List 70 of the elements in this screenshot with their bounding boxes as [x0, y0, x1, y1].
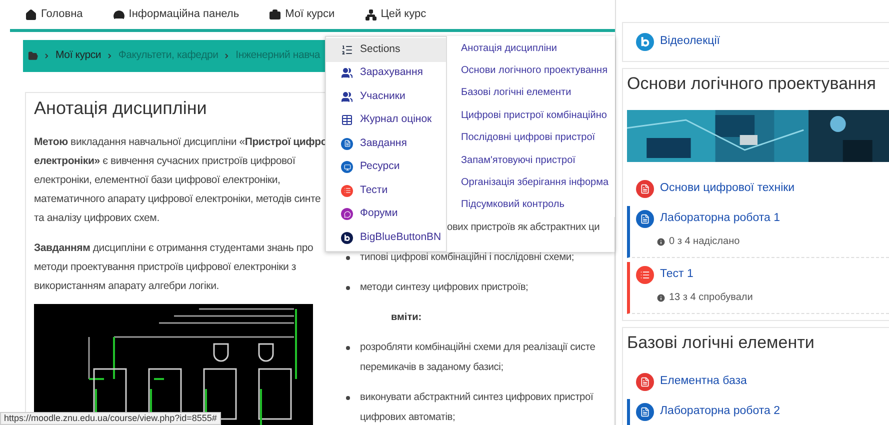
- section-link[interactable]: Основи логічного проектування: [461, 59, 615, 82]
- paragraph-line: математичного апарату цифрової електроніки, методів синте: [34, 192, 322, 207]
- chat-icon: [341, 208, 353, 220]
- nav-link[interactable]: Цей курс: [364, 6, 426, 23]
- section-title: Основи логічного проектування: [627, 73, 878, 95]
- users-icon: [341, 67, 353, 80]
- pdf-icon: [636, 373, 654, 391]
- document-icon: [636, 403, 654, 421]
- text-line: типові цифрові комбінаційні і послідовні схеми;: [360, 251, 574, 265]
- bullet-icon: [346, 256, 350, 260]
- section-link[interactable]: Анотація дисципліни: [461, 37, 615, 60]
- activity-link[interactable]: Основи цифрової техніки: [660, 180, 795, 198]
- paragraph-line: Завданням дисципліни є отримання студентами знань про: [34, 241, 314, 256]
- b-circle-icon: [341, 232, 353, 244]
- list-icon: [636, 266, 654, 284]
- document-icon: [636, 210, 654, 228]
- section-title: Базові логічні елементи: [627, 332, 816, 354]
- completion-info: 0 з 4 надіслано: [669, 235, 740, 249]
- chevron-icon: [223, 51, 231, 61]
- text-line: цифрових автоматів;: [360, 411, 456, 425]
- nav-link[interactable]: Мої курси: [269, 6, 335, 23]
- section-link[interactable]: Підсумковий контроль: [461, 194, 615, 216]
- breadcrumb-link[interactable]: Мої курси: [56, 48, 102, 64]
- text-line: виконувати абстрактний синтез цифрових пристрої: [360, 391, 594, 405]
- table-icon: [341, 114, 353, 126]
- info-icon: [656, 292, 666, 302]
- paragraph-line: електроніки» є вивчення сучасних пристроїв цифрової: [34, 154, 296, 169]
- subheading: вміти:: [390, 311, 423, 325]
- nav-link[interactable]: Головна: [25, 6, 83, 23]
- document-icon: [341, 138, 353, 150]
- text-line: методи синтезу цифрових пристроїв;: [360, 281, 528, 295]
- paragraph-line: використанням апарату алгебри логіки.: [34, 279, 220, 294]
- sitemap-icon: [364, 8, 377, 20]
- section-link[interactable]: Запам'ятовуючі пристрої: [461, 148, 615, 172]
- monitor-icon: [341, 161, 353, 174]
- info-icon: [656, 236, 666, 246]
- briefcase-icon: [269, 8, 282, 20]
- list-icon: [341, 44, 353, 56]
- activity-link[interactable]: Тест 1: [660, 266, 694, 284]
- activity-link[interactable]: Лабораторна робота 2: [660, 403, 780, 421]
- status-url: https://moodle.znu.edu.ua/course/view.php?id=8555#: [0, 412, 221, 425]
- bullet-icon: [346, 286, 350, 290]
- gauge-icon: [112, 8, 125, 20]
- text-line: перемикачів в заданому базисі;: [360, 361, 504, 375]
- section-link[interactable]: Цифрові пристрої комбінаційно: [461, 104, 615, 127]
- section-link[interactable]: Організація зберігання інформа: [461, 171, 615, 194]
- nav-link[interactable]: Інформаційна панель: [112, 6, 240, 23]
- bullet-icon: [346, 396, 350, 400]
- activity-link[interactable]: Відеолекції: [660, 33, 720, 51]
- paragraph-line: електроніки, елементної бази цифрової електроніки,: [34, 173, 282, 188]
- paragraph-line: та аналізу цифрових схем.: [34, 211, 160, 226]
- menu-item[interactable]: Sections: [326, 38, 446, 62]
- list-icon: [341, 184, 353, 197]
- text-line: розробляти комбінаційні схеми для реалізації систе: [360, 341, 596, 355]
- section-title: Анотація дисципліни: [34, 97, 208, 120]
- bullet-icon: [346, 346, 350, 350]
- users-icon: [341, 90, 353, 103]
- home-icon: [25, 8, 37, 20]
- pdf-icon: [636, 180, 654, 198]
- chevron-icon: [43, 51, 51, 61]
- completion-info: 13 з 4 спробували: [669, 291, 753, 305]
- section-link[interactable]: Базові логічні елементи: [461, 82, 615, 104]
- paragraph-line: методи проектування пристроїв цифрової електроніки з: [34, 260, 297, 275]
- folder-icon: [28, 49, 38, 63]
- activity-link[interactable]: Елементна база: [660, 373, 747, 391]
- section-link[interactable]: Послідовні цифрові пристрої: [461, 126, 615, 149]
- b-circle-icon: [636, 33, 654, 51]
- activity-link[interactable]: Лабораторна робота 1: [660, 210, 780, 228]
- chevron-icon: [106, 51, 114, 61]
- text-line: ових пристроїв як абстрактних ци: [447, 221, 600, 235]
